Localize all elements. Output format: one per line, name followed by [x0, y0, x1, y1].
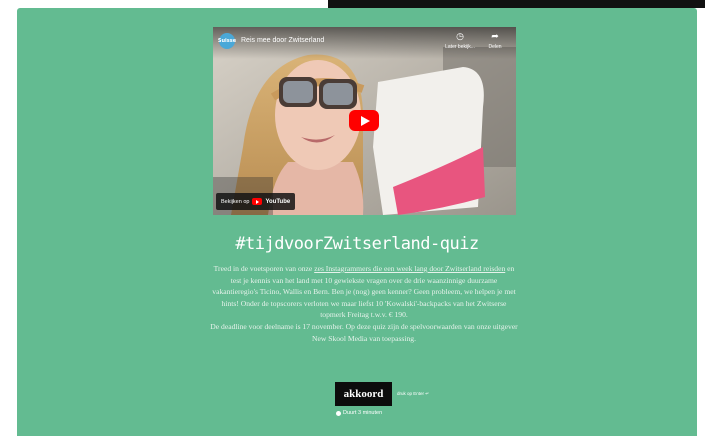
duration-clock-icon: [336, 410, 341, 416]
share-label: Delen: [488, 44, 502, 50]
quiz-title: #tijdvoorZwitserland-quiz: [235, 234, 479, 254]
instagrammers-link[interactable]: zes Instagrammers die een week lang door…: [314, 264, 505, 273]
watch-on-youtube-button[interactable]: Bekijken op YouTube: [216, 193, 296, 210]
play-icon: [360, 115, 370, 126]
duration-text: Duurt 3 minuten: [343, 410, 383, 416]
accept-row: akkoord druk op Enter ↵: [335, 382, 429, 406]
share-icon: ➦: [491, 32, 499, 42]
enter-hint: druk op Enter ↵: [397, 391, 430, 396]
video-embed[interactable]: Suisse Reis mee door Zwitserland ◷ Later…: [213, 27, 516, 215]
youtube-brand-text: YouTube: [265, 198, 291, 205]
deadline-text: De deadline voor deelname is 17 november…: [210, 321, 518, 343]
clock-icon: ◷: [456, 32, 464, 42]
watch-on-label: Bekijken op: [221, 198, 250, 205]
intro-text-start: Treed in de voetsporen van onze: [213, 264, 315, 273]
watch-later-label: Later bekijk...: [445, 44, 475, 50]
channel-logo[interactable]: Suisse: [218, 33, 236, 49]
play-button[interactable]: [349, 110, 379, 131]
top-dark-bar: [328, 0, 705, 8]
youtube-logo-icon: [252, 198, 263, 205]
accept-button[interactable]: akkoord: [335, 382, 392, 406]
quiz-duration: Duurt 3 minuten: [336, 410, 382, 416]
video-title[interactable]: Reis mee door Zwitserland: [241, 37, 324, 44]
share-button[interactable]: ➦ Delen: [480, 32, 510, 50]
watch-later-button[interactable]: ◷ Later bekijk...: [445, 32, 475, 50]
quiz-intro: Treed in de voetsporen van onze zes Inst…: [210, 263, 518, 344]
